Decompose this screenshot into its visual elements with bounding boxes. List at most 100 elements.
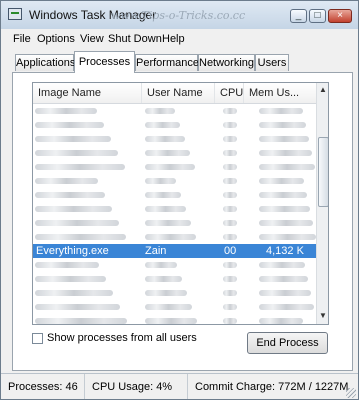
tab-users[interactable]: Users [255,54,289,71]
status-bar: Processes: 46 CPU Usage: 4% Commit Charg… [1,373,358,399]
tab-applications[interactable]: Applications [15,54,75,71]
obscured-cell [259,108,303,114]
obscured-cell [259,262,305,268]
obscured-cell [223,220,237,226]
menu-options[interactable]: Options [37,33,75,45]
obscured-cell [35,318,127,324]
scroll-down-arrow-icon[interactable]: ▼ [317,309,328,323]
obscured-cell [35,290,113,296]
obscured-cell [259,192,307,198]
obscured-cell [145,178,176,184]
obscured-cell [145,276,182,282]
menu-help[interactable]: Help [162,33,185,45]
column-image-name[interactable]: Image Name [33,83,142,103]
obscured-cell [35,234,126,240]
obscured-cell [35,192,105,198]
menu-file[interactable]: File [13,33,31,45]
vertical-scrollbar[interactable]: ▲ ▼ [316,83,328,324]
table-row[interactable] [33,314,316,324]
cell-user-name: Zain [145,245,167,257]
obscured-cell [145,220,191,226]
end-process-button[interactable]: End Process [247,332,328,354]
obscured-cell [35,276,106,282]
tab-strip: Applications Processes Performance Netwo… [13,51,353,73]
menu-bar: File Options View Shut Down Help [1,29,358,49]
obscured-cell [145,262,177,268]
table-row[interactable] [33,286,316,300]
obscured-cell [145,164,195,170]
table-row[interactable] [33,188,316,202]
column-user-name[interactable]: User Name [142,83,215,103]
status-cpu-usage: CPU Usage: 4% [85,374,188,399]
show-all-users-label: Show processes from all users [47,332,197,344]
watermark-text: www.Tips-o-Tricks.co.cc [111,9,246,22]
minimize-button[interactable]: _ [290,9,307,23]
table-row-selected[interactable]: Everything.exe Zain 00 4,132 K [33,244,316,258]
obscured-cell [35,108,97,114]
obscured-cell [223,164,237,170]
obscured-cell [259,122,306,128]
obscured-cell [223,304,237,310]
obscured-cell [223,150,237,156]
show-all-users-checkbox[interactable] [32,333,43,344]
obscured-cell [35,262,99,268]
table-row[interactable] [33,230,316,244]
obscured-cell [145,206,186,212]
tab-performance[interactable]: Performance [135,54,199,71]
obscured-cell [259,164,315,170]
obscured-cell [145,136,185,142]
cell-mem-usage: 4,132 K [266,245,304,257]
obscured-cell [35,206,112,212]
menu-view[interactable]: View [80,33,104,45]
obscured-cell [223,192,237,198]
maximize-button[interactable]: □ [309,9,326,23]
resize-grip-icon[interactable] [346,388,356,398]
table-row[interactable] [33,258,316,272]
obscured-cell [223,262,237,268]
task-manager-icon [8,8,22,20]
obscured-cell [35,122,104,128]
obscured-cell [259,150,312,156]
tab-networking[interactable]: Networking [198,54,255,71]
scroll-thumb[interactable] [318,137,328,207]
table-row[interactable] [33,118,316,132]
close-button[interactable]: × [328,9,352,23]
obscured-cell [35,164,125,170]
obscured-cell [259,290,311,296]
obscured-cell [223,290,237,296]
obscured-cell [35,136,111,142]
obscured-cell [145,108,175,114]
table-row[interactable] [33,202,316,216]
cell-cpu: 00 [224,245,237,257]
title-bar[interactable]: Windows Task Manager www.Tips-o-Tricks.c… [1,1,358,30]
obscured-cell [259,304,314,310]
obscured-cell [145,192,181,198]
obscured-cell [35,178,98,184]
column-mem-usage[interactable]: Mem Us... [244,83,316,103]
table-row[interactable] [33,104,316,118]
obscured-cell [223,136,237,142]
process-list[interactable]: Image Name User Name CPU Mem Us... Every… [32,82,329,325]
obscured-cell [145,318,197,324]
table-row[interactable] [33,174,316,188]
table-row[interactable] [33,300,316,314]
obscured-cell [145,290,187,296]
obscured-cell [145,304,192,310]
tab-processes[interactable]: Processes [74,51,135,73]
obscured-cell [223,206,237,212]
column-cpu[interactable]: CPU [215,83,244,103]
obscured-cell [223,318,237,324]
menu-shut-down[interactable]: Shut Down [108,33,162,45]
obscured-cell [145,234,196,240]
obscured-cell [35,220,119,226]
table-row[interactable] [33,160,316,174]
column-header: Image Name User Name CPU Mem Us... [33,83,316,104]
table-row[interactable] [33,132,316,146]
table-row[interactable] [33,216,316,230]
scroll-up-arrow-icon[interactable]: ▲ [317,83,328,97]
obscured-cell [145,122,180,128]
table-row[interactable] [33,272,316,286]
obscured-cell [259,234,316,240]
table-row[interactable] [33,146,316,160]
obscured-cell [259,276,308,282]
